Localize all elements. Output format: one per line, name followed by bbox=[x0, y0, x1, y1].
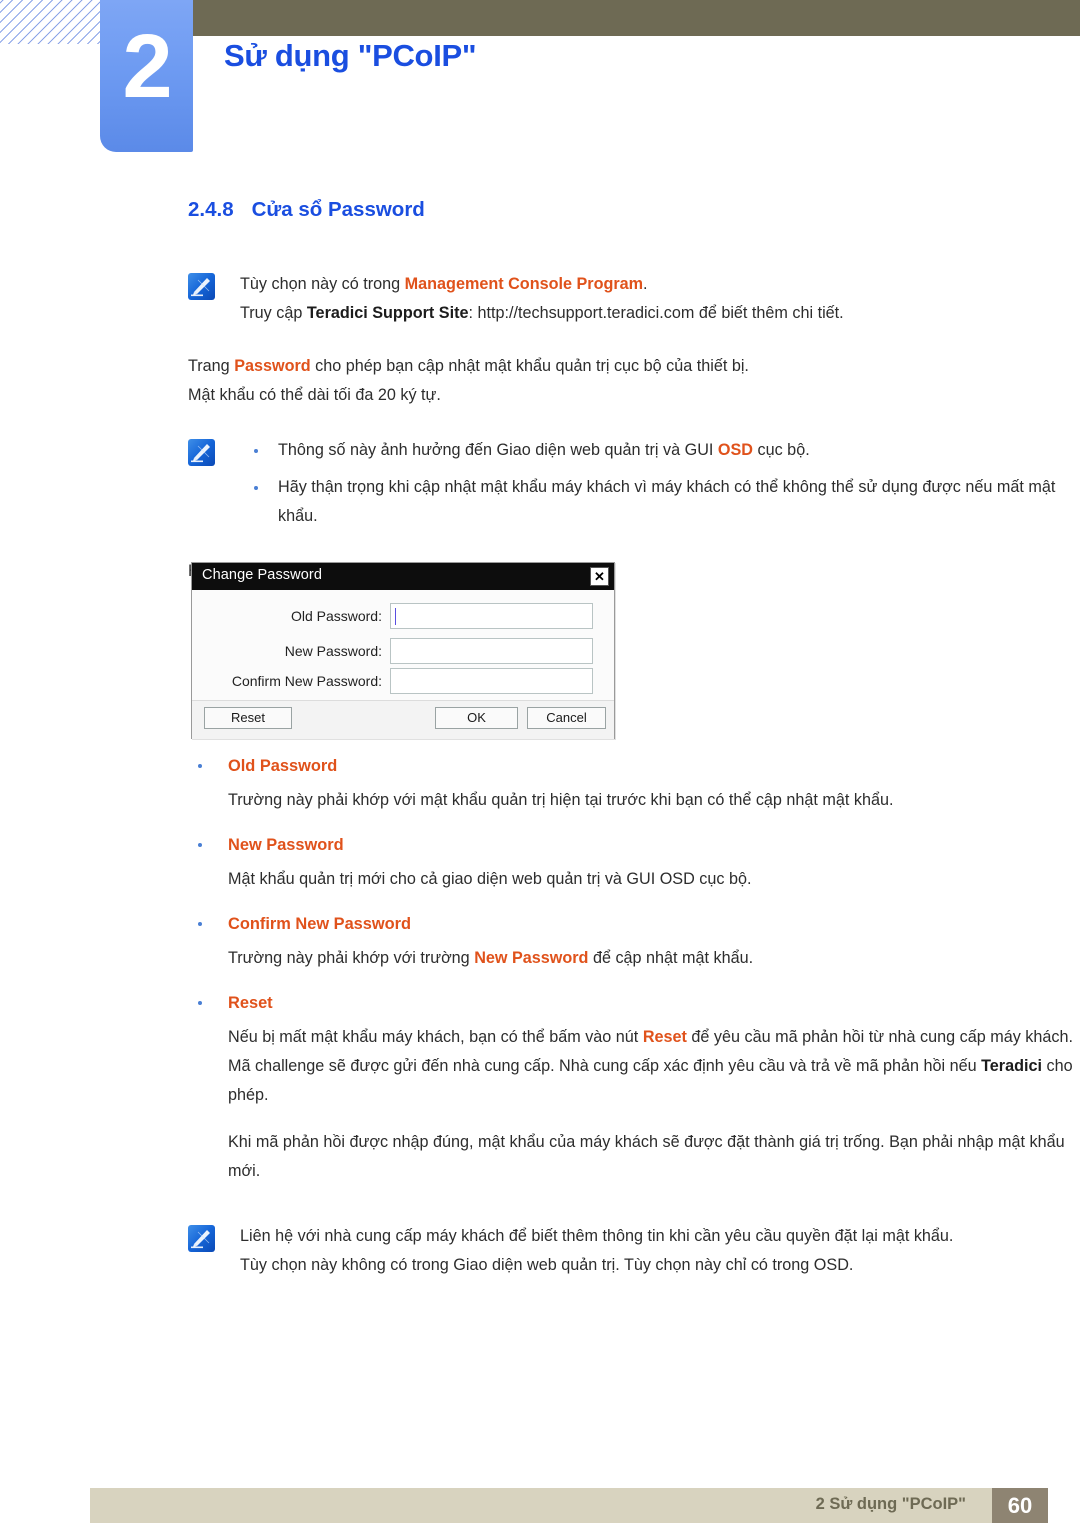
dialog-footer: Reset OK Cancel bbox=[192, 700, 614, 739]
note-pen-icon bbox=[188, 439, 215, 466]
dialog-titlebar: Change Password ✕ bbox=[192, 563, 614, 590]
note-bottom-line-2: Tùy chọn này không có trong Giao diện we… bbox=[240, 1256, 854, 1274]
reset-description-paragraph-1: Nếu bị mất mật khẩu máy khách, bạn có th… bbox=[188, 1023, 1080, 1110]
confirm-new-password-heading: Confirm New Password bbox=[188, 910, 1080, 938]
dialog-row-confirm-new-password: Confirm New Password: bbox=[192, 668, 616, 694]
section-title: Cửa sổ Password bbox=[251, 198, 425, 221]
old-password-label: Old Password: bbox=[290, 608, 382, 624]
close-icon[interactable]: ✕ bbox=[590, 567, 609, 586]
intro-line1-keyword: Password bbox=[234, 357, 311, 375]
note-mid-b1-pre: Thông số này ảnh hưởng đến Giao diện web… bbox=[278, 441, 718, 459]
note-pen-icon bbox=[188, 1225, 215, 1252]
confirm-new-password-description: Trường này phải khớp với trường New Pass… bbox=[188, 944, 1080, 973]
lower-content: Old Password Trường này phải khớp với mậ… bbox=[0, 752, 1080, 1280]
new-password-desc-text: Mật khẩu quản trị mới cho cả giao diện w… bbox=[228, 870, 752, 888]
old-password-description: Trường này phải khớp với mật khẩu quản t… bbox=[188, 786, 1080, 815]
old-password-input[interactable] bbox=[390, 603, 593, 629]
section-heading: 2.4.8 Cửa sổ Password bbox=[188, 198, 1080, 222]
cancel-button[interactable]: Cancel bbox=[527, 707, 606, 729]
change-password-dialog: Change Password ✕ Old Password: New Pass… bbox=[191, 562, 615, 739]
footer-bar: 2 Sử dụng "PCoIP" bbox=[90, 1488, 992, 1523]
reset-button[interactable]: Reset bbox=[204, 707, 292, 729]
text-caret bbox=[395, 608, 396, 625]
confirm-new-password-label: Confirm New Password: bbox=[231, 673, 382, 689]
note-mid-b1-post: cục bộ. bbox=[753, 441, 810, 459]
note-block-bottom: Liên hệ với nhà cung cấp máy khách để bi… bbox=[188, 1222, 1080, 1280]
intro-line-2: Mật khẩu có thể dài tối đa 20 ký tự. bbox=[188, 386, 441, 404]
new-password-heading: New Password bbox=[188, 831, 1080, 859]
note-top-line1-post: . bbox=[643, 275, 648, 293]
intro-line1-post: cho phép bạn cập nhật mật khẩu quản trị … bbox=[310, 357, 749, 375]
old-password-heading: Old Password bbox=[188, 752, 1080, 780]
ok-button[interactable]: OK bbox=[435, 707, 518, 729]
note-pen-icon bbox=[188, 273, 215, 300]
chapter-number: 2 bbox=[122, 17, 172, 117]
page-footer: 2 Sử dụng "PCoIP" 60 bbox=[90, 1488, 1080, 1523]
note-top-line1-pre: Tùy chọn này có trong bbox=[240, 275, 405, 293]
page-header: 2 Sử dụng "PCoIP" bbox=[0, 0, 1080, 160]
reset-p2-text: Khi mã phản hồi được nhập đúng, mật khẩu… bbox=[228, 1133, 1065, 1180]
note-block-top: Tùy chọn này có trong Management Console… bbox=[188, 270, 1080, 328]
note-middle-bullet-1: Thông số này ảnh hưởng đến Giao diện web… bbox=[240, 436, 1080, 465]
note-mid-b2-text: Hãy thận trọng khi cập nhật mật khẩu máy… bbox=[278, 478, 1056, 525]
new-password-input[interactable] bbox=[390, 638, 593, 664]
footer-chapter-text: 2 Sử dụng "PCoIP" bbox=[815, 1495, 966, 1513]
dialog-row-old-password: Old Password: bbox=[192, 603, 616, 629]
new-password-description: Mật khẩu quản trị mới cho cả giao diện w… bbox=[188, 865, 1080, 894]
reset-description-paragraph-2: Khi mã phản hồi được nhập đúng, mật khẩu… bbox=[188, 1128, 1080, 1186]
field-description-confirm-new-password: Confirm New Password Trường này phải khớ… bbox=[188, 910, 1080, 973]
field-description-list: Old Password Trường này phải khớp với mậ… bbox=[0, 752, 1080, 1186]
page-number: 60 bbox=[992, 1488, 1048, 1523]
new-password-label: New Password: bbox=[284, 643, 382, 659]
old-password-desc-text: Trường này phải khớp với mật khẩu quản t… bbox=[228, 791, 894, 809]
dialog-title: Change Password bbox=[202, 567, 322, 583]
note-top-line1-keyword: Management Console Program bbox=[404, 275, 644, 293]
reset-heading: Reset bbox=[188, 989, 1080, 1017]
note-top-line2-bold: Teradici Support Site bbox=[306, 304, 469, 322]
reset-p1-bold: Teradici bbox=[981, 1057, 1042, 1075]
hatch-pattern-decoration bbox=[0, 0, 108, 44]
intro-line-1: Trang Password cho phép bạn cập nhật mật… bbox=[188, 352, 1080, 381]
field-description-new-password: New Password Mật khẩu quản trị mới cho c… bbox=[188, 831, 1080, 894]
intro-line1-pre: Trang bbox=[188, 357, 235, 375]
section-number: 2.4.8 bbox=[188, 198, 234, 221]
note-top-line2-post: : http://techsupport.teradici.com để biế… bbox=[468, 304, 844, 322]
note-top-line-2: Truy cập Teradici Support Site: http://t… bbox=[240, 299, 1080, 328]
reset-p1-a: Nếu bị mất mật khẩu máy khách, bạn có th… bbox=[228, 1028, 643, 1046]
note-bottom-line-1: Liên hệ với nhà cung cấp máy khách để bi… bbox=[240, 1227, 954, 1245]
field-description-reset: Reset Nếu bị mất mật khẩu máy khách, bạn… bbox=[188, 989, 1080, 1186]
dialog-body: Old Password: New Password: Confirm New … bbox=[192, 590, 614, 700]
confirm-desc-post: để cập nhật mật khẩu. bbox=[588, 949, 754, 967]
note-middle-bullet-list: Thông số này ảnh hưởng đến Giao diện web… bbox=[240, 436, 1080, 531]
note-top-line2-pre: Truy cập bbox=[240, 304, 307, 322]
reset-p1-keyword: Reset bbox=[642, 1028, 687, 1046]
chapter-title: Sử dụng "PCoIP" bbox=[224, 38, 477, 73]
confirm-desc-keyword: New Password bbox=[474, 949, 589, 967]
intro-paragraph: Trang Password cho phép bạn cập nhật mật… bbox=[188, 352, 1080, 410]
note-top-line-1: Tùy chọn này có trong Management Console… bbox=[240, 270, 1080, 299]
note-middle-bullet-2: Hãy thận trọng khi cập nhật mật khẩu máy… bbox=[240, 473, 1080, 531]
confirm-new-password-input[interactable] bbox=[390, 668, 593, 694]
field-description-old-password: Old Password Trường này phải khớp với mậ… bbox=[188, 752, 1080, 815]
page-content: 2.4.8 Cửa sổ Password Tùy chọn này có tro… bbox=[0, 198, 1080, 586]
note-block-middle: Thông số này ảnh hưởng đến Giao diện web… bbox=[188, 436, 1080, 531]
note-mid-b1-keyword: OSD bbox=[717, 441, 753, 459]
dialog-row-new-password: New Password: bbox=[192, 638, 616, 664]
header-brown-bar bbox=[193, 0, 1080, 36]
confirm-desc-pre: Trường này phải khớp với trường bbox=[228, 949, 475, 967]
